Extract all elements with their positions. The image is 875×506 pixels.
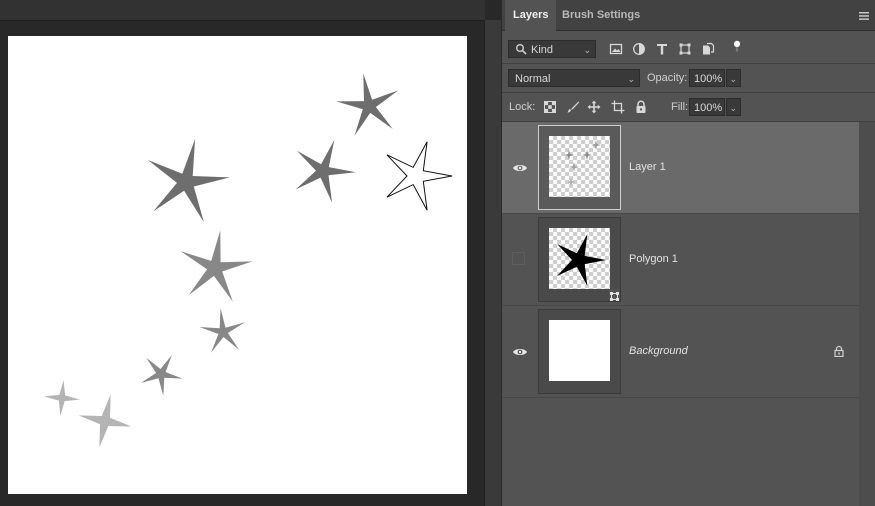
canvas-artwork [44, 73, 453, 448]
opacity-input[interactable]: 100% [689, 69, 725, 87]
star-shape-icon [557, 234, 606, 286]
layer-row-polygon-1[interactable]: Polygon 1 [502, 214, 859, 306]
smart-object-filter-icon[interactable] [701, 42, 715, 56]
lock-artboard-icon[interactable] [611, 100, 625, 114]
star-5-shape [199, 308, 245, 353]
layer-name[interactable]: Layer 1 [629, 160, 666, 174]
layer-thumbnail[interactable] [538, 309, 621, 394]
layer-1-thumbnail-image [549, 136, 610, 197]
layers-list: Layer 1 Polygon 1 Background [502, 122, 875, 506]
canvas-vertical-scrollbar[interactable] [484, 20, 501, 506]
star-4-shape [180, 230, 253, 302]
star-3-shape [336, 73, 399, 136]
filter-toggle-icon[interactable] [730, 40, 741, 58]
type-filter-icon[interactable] [655, 42, 669, 56]
lock-label: Lock: [509, 101, 536, 113]
visibility-toggle[interactable] [512, 252, 525, 265]
star-outline-shape [386, 141, 453, 211]
image-filter-icon[interactable] [609, 42, 623, 56]
layer-thumbnail[interactable] [538, 217, 621, 302]
document-canvas[interactable] [8, 36, 467, 494]
layer-name[interactable]: Background [629, 344, 688, 358]
canvas-workspace[interactable] [0, 0, 485, 506]
chevron-down-icon: ⌄ [729, 103, 737, 113]
fill-dropdown[interactable]: ⌄ [726, 98, 741, 116]
lock-transparent-pixels-icon[interactable] [543, 100, 557, 114]
layer-name[interactable]: Polygon 1 [629, 252, 678, 266]
shape-filter-icon[interactable] [678, 42, 692, 56]
tab-brush-settings[interactable]: Brush Settings [554, 0, 648, 30]
blend-mode-row: Normal ⌄ Opacity: 100% ⌄ [502, 64, 875, 93]
panel-menu-icon[interactable] [858, 9, 870, 21]
filter-kind-label: Kind [531, 44, 554, 56]
blend-mode-value: Normal [515, 73, 551, 85]
adjustment-filter-icon[interactable] [632, 42, 646, 56]
fill-input[interactable]: 100% [689, 98, 725, 116]
eye-icon[interactable] [512, 344, 528, 360]
layer-filter-row: Kind ⌄ [502, 31, 875, 64]
panel-tab-bar: Layers Brush Settings [502, 0, 875, 31]
star-8-shape [44, 380, 80, 416]
lock-icon [833, 344, 845, 358]
shape-layer-badge-icon [609, 289, 620, 301]
star-6-shape [140, 354, 183, 396]
tab-layers[interactable]: Layers [505, 0, 557, 31]
layer-row-layer-1[interactable]: Layer 1 [502, 122, 859, 214]
lock-position-icon[interactable] [587, 100, 601, 114]
layers-scrollbar[interactable] [859, 122, 875, 506]
opacity-dropdown[interactable]: ⌄ [726, 69, 741, 87]
chevron-down-icon: ⌄ [583, 45, 591, 55]
layer-row-background[interactable]: Background [502, 306, 859, 398]
chevron-down-icon: ⌄ [627, 74, 635, 84]
lock-all-icon[interactable] [634, 100, 648, 114]
document-tab-bar [0, 0, 485, 21]
magnifier-icon [515, 43, 527, 55]
blend-mode-select[interactable]: Normal ⌄ [508, 69, 640, 87]
lock-row: Lock: Fill: 100% ⌄ [502, 93, 875, 122]
lock-image-pixels-icon[interactable] [566, 100, 580, 114]
fill-label: Fill: [671, 101, 689, 113]
layer-thumbnail[interactable] [538, 125, 621, 210]
star-2-shape [295, 140, 356, 203]
filter-kind-select[interactable]: Kind ⌄ [508, 40, 596, 58]
star-7-shape [78, 394, 132, 448]
opacity-label: Opacity: [647, 72, 688, 84]
background-thumbnail-image [549, 320, 610, 381]
star-1-shape [147, 139, 230, 223]
chevron-down-icon: ⌄ [729, 74, 737, 84]
layers-panel: Layers Brush Settings Kind ⌄ Normal ⌄ Op… [501, 0, 875, 506]
stars-group [44, 73, 453, 448]
polygon-1-thumbnail-image [549, 228, 610, 289]
eye-icon[interactable] [512, 160, 528, 176]
